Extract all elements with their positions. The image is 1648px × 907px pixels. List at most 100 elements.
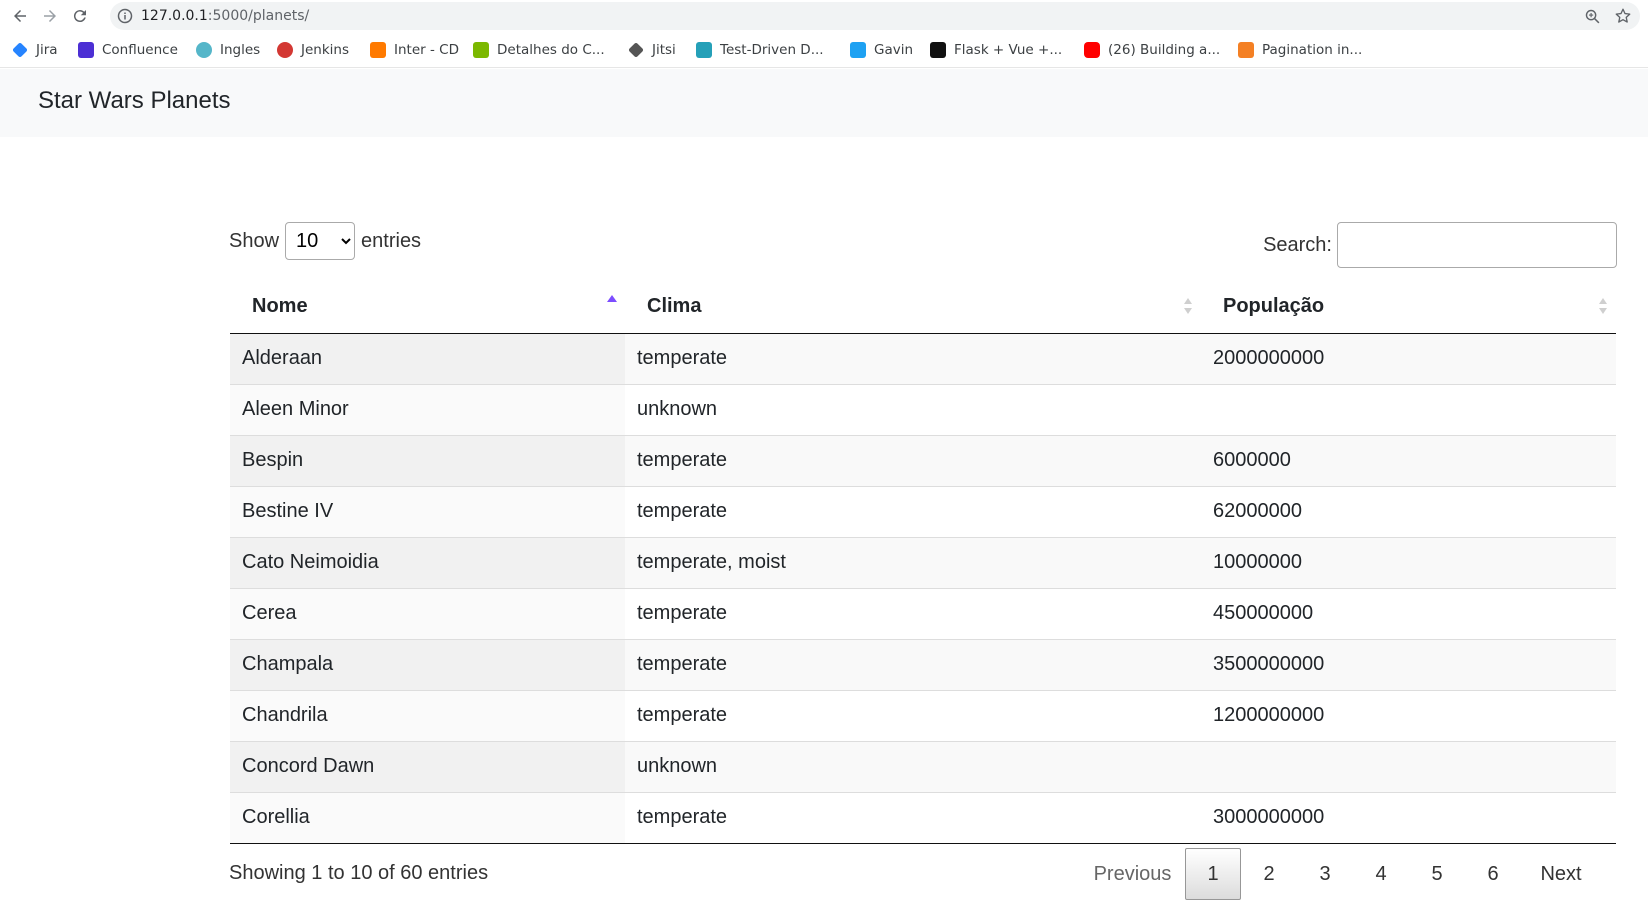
bookmark-test-driven[interactable]: Test-Driven D... xyxy=(696,40,824,60)
bookmark-jenkins[interactable]: Jenkins xyxy=(277,40,349,60)
address-bar[interactable] xyxy=(110,2,1640,30)
column-header-label: Nome xyxy=(252,295,308,318)
bookmark-label: (26) Building a... xyxy=(1108,42,1221,58)
show-label: Show xyxy=(229,229,280,252)
navbar-brand[interactable]: Star Wars Planets xyxy=(38,87,231,115)
column-header-label: Clima xyxy=(647,295,702,318)
reload-icon xyxy=(73,10,86,23)
stackoverflow-icon xyxy=(1238,42,1254,58)
bookmarks-bar: Jira Confluence Ingles Jenkins Inter - C… xyxy=(0,36,1648,62)
url-path: :5000/planets/ xyxy=(207,8,310,24)
entries-length-control: Show 10 entries xyxy=(229,222,421,260)
gavin-icon xyxy=(850,42,866,58)
cell-populacao: 3500000000 xyxy=(1201,638,1616,690)
cell-clima: temperate xyxy=(625,791,1201,844)
bookmark-label: Detalhes do C... xyxy=(497,42,605,58)
bookmark-building[interactable]: (26) Building a... xyxy=(1084,40,1220,60)
cell-nome: Bestine IV xyxy=(230,485,625,537)
pagination: Previous 1 2 3 4 5 6 Next xyxy=(1080,848,1601,900)
cell-populacao: 1200000000 xyxy=(1201,689,1616,741)
entries-length-select[interactable]: 10 xyxy=(285,222,356,260)
info-icon[interactable] xyxy=(117,8,133,24)
table-row: Corellia temperate 3000000000 xyxy=(230,791,1616,844)
bookmark-flask-vue[interactable]: Flask + Vue +... xyxy=(930,40,1062,60)
entries-label: entries xyxy=(361,229,422,252)
cell-populacao: 10000000 xyxy=(1201,536,1616,588)
app-navbar: Star Wars Planets xyxy=(0,69,1648,137)
bookmark-label: Jira xyxy=(36,42,58,58)
bookmark-detalhes[interactable]: Detalhes do C... xyxy=(473,40,605,60)
sort-both-icon xyxy=(1599,298,1607,314)
table-row: Alderaan temperate 2000000000 xyxy=(230,333,1616,384)
star-bookmark-icon[interactable] xyxy=(1614,7,1632,25)
cell-clima: temperate xyxy=(625,485,1201,537)
ingles-icon xyxy=(196,42,212,58)
cell-nome: Chandrila xyxy=(230,689,625,741)
table-info: Showing 1 to 10 of 60 entries xyxy=(229,862,489,884)
jenkins-icon xyxy=(277,42,293,58)
cell-populacao: 62000000 xyxy=(1201,485,1616,537)
page-button-5[interactable]: 5 xyxy=(1409,848,1465,900)
planets-table: Nome Clima População Alderaan temperate 20… xyxy=(230,281,1616,844)
cell-nome: Cato Neimoidia xyxy=(230,536,625,588)
cell-clima: temperate xyxy=(625,434,1201,486)
cell-nome: Cerea xyxy=(230,587,625,639)
table-row: Champala temperate 3500000000 xyxy=(230,638,1616,690)
previous-button[interactable]: Previous xyxy=(1080,848,1185,900)
bookmark-label: Inter - CD xyxy=(394,42,459,58)
sort-both-icon xyxy=(1184,298,1192,314)
cell-clima: unknown xyxy=(625,740,1201,792)
column-header-nome[interactable]: Nome xyxy=(230,281,625,334)
search-control: Search: xyxy=(1263,222,1617,268)
bookmark-label: Confluence xyxy=(102,42,178,58)
cell-clima: temperate xyxy=(625,638,1201,690)
cell-clima: unknown xyxy=(625,383,1201,435)
cell-clima: temperate xyxy=(625,587,1201,639)
bookmark-jitsi[interactable]: Jitsi xyxy=(628,40,676,60)
bookmark-label: Pagination in... xyxy=(1262,42,1363,58)
bookmark-pagination[interactable]: Pagination in... xyxy=(1238,40,1362,60)
page-button-4[interactable]: 4 xyxy=(1353,848,1409,900)
table-row: Cato Neimoidia temperate, moist 10000000 xyxy=(230,536,1616,588)
cell-nome: Bespin xyxy=(230,434,625,486)
bookmark-label: Test-Driven D... xyxy=(720,42,824,58)
arrow-left-icon xyxy=(14,10,26,22)
cell-populacao: 6000000 xyxy=(1201,434,1616,486)
zoom-icon[interactable] xyxy=(1584,8,1601,25)
table-row: Bestine IV temperate 62000000 xyxy=(230,485,1616,537)
cell-nome: Alderaan xyxy=(230,333,625,384)
cell-nome: Aleen Minor xyxy=(230,383,625,435)
bookmark-label: Flask + Vue +... xyxy=(954,42,1063,58)
forward-button[interactable] xyxy=(38,4,62,28)
search-label: Search: xyxy=(1263,233,1332,256)
download-icon xyxy=(473,42,489,58)
table-row: Concord Dawn unknown xyxy=(230,740,1616,792)
column-header-clima[interactable]: Clima xyxy=(625,281,1201,334)
cube-icon xyxy=(696,42,712,58)
jitsi-icon xyxy=(628,42,644,58)
bookmark-jira[interactable]: Jira xyxy=(12,40,58,60)
cell-populacao: 3000000000 xyxy=(1201,791,1616,844)
jira-icon xyxy=(12,42,28,58)
cell-populacao xyxy=(1201,740,1616,792)
cell-clima: temperate xyxy=(625,689,1201,741)
reload-button[interactable] xyxy=(68,4,92,28)
page-button-2[interactable]: 2 xyxy=(1241,848,1297,900)
cell-populacao: 2000000000 xyxy=(1201,333,1616,384)
bookmark-inter-cd[interactable]: Inter - CD xyxy=(370,40,459,60)
bookmark-gavin[interactable]: Gavin xyxy=(850,40,913,60)
page-button-3[interactable]: 3 xyxy=(1297,848,1353,900)
page-button-1[interactable]: 1 xyxy=(1185,848,1241,900)
url-text: 127.0.0.1:5000/planets/ xyxy=(141,8,309,24)
back-button[interactable] xyxy=(8,4,32,28)
cell-clima: temperate, moist xyxy=(625,536,1201,588)
next-button[interactable]: Next xyxy=(1521,848,1601,900)
bookmark-confluence[interactable]: Confluence xyxy=(78,40,178,60)
inter-icon xyxy=(370,42,386,58)
cell-nome: Corellia xyxy=(230,791,625,844)
column-header-populacao[interactable]: População xyxy=(1201,281,1616,334)
search-input[interactable] xyxy=(1337,222,1617,268)
page-button-6[interactable]: 6 xyxy=(1465,848,1521,900)
bookmark-ingles[interactable]: Ingles xyxy=(196,40,260,60)
browser-chrome: 127.0.0.1:5000/planets/ Jira Confluence … xyxy=(0,0,1648,68)
